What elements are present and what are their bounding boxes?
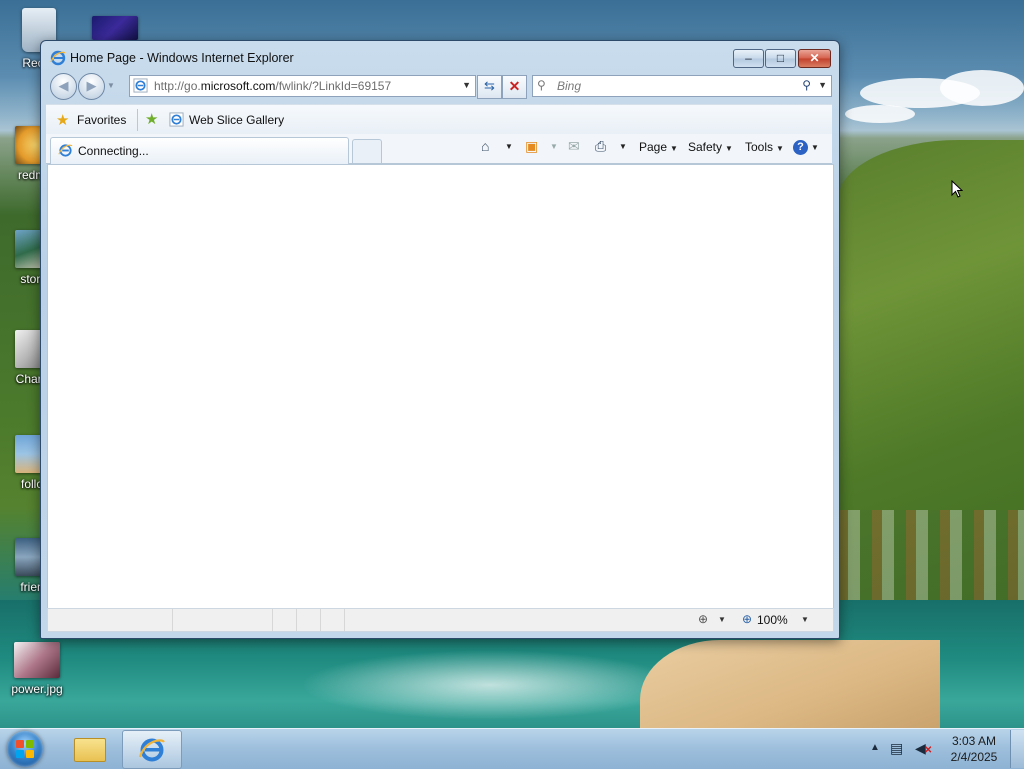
desktop-icon-power-jpg[interactable]: power.jpg xyxy=(2,642,72,696)
refresh-icon: ⇆ xyxy=(484,78,495,93)
zoom-level[interactable]: 100% xyxy=(757,613,788,627)
read-mail-icon[interactable]: ✉ xyxy=(568,138,580,155)
favorites-button[interactable]: Favorites xyxy=(77,113,126,127)
new-tab-button[interactable] xyxy=(352,139,382,163)
add-to-favorites-bar-icon[interactable]: ★ xyxy=(145,110,158,128)
title-bar[interactable]: Home Page - Windows Internet Explorer – … xyxy=(41,41,839,75)
back-arrow-icon: ◀ xyxy=(58,78,69,93)
zoom-icon[interactable]: ⊕ xyxy=(742,612,752,626)
clock-date: 2/4/2025 xyxy=(950,750,998,764)
wallpaper-cloud xyxy=(940,70,1024,106)
refresh-button[interactable]: ⇆ xyxy=(477,75,502,99)
home-dropdown-icon[interactable]: ▼ xyxy=(505,142,513,151)
favorites-bar: ★ Favorites ★ Web Slice Gallery xyxy=(46,104,832,135)
address-url[interactable]: http://go.microsoft.com/fwlink/?LinkId=6… xyxy=(154,79,391,93)
show-desktop-button[interactable] xyxy=(1010,730,1024,768)
mouse-cursor-icon xyxy=(951,180,963,198)
image-thumbnail-icon xyxy=(92,16,138,40)
back-button[interactable]: ◀ xyxy=(50,73,77,100)
help-icon: ? xyxy=(793,140,808,155)
favorites-star-icon[interactable]: ★ xyxy=(56,111,69,129)
minimize-icon: – xyxy=(745,51,752,65)
search-provider-icon: ⚲ xyxy=(537,78,546,92)
url-domain: microsoft.com xyxy=(200,79,276,93)
safety-menu-label: Safety xyxy=(688,140,723,154)
search-placeholder: Bing xyxy=(557,79,582,93)
show-hidden-icons-icon[interactable]: ▲ xyxy=(870,742,880,753)
window-title: Home Page - Windows Internet Explorer xyxy=(70,51,294,65)
forward-arrow-icon: ▶ xyxy=(86,78,97,93)
image-thumbnail-icon xyxy=(14,642,60,678)
tab-label: Connecting... xyxy=(78,144,149,158)
chevron-down-icon: ▼ xyxy=(670,144,678,153)
chevron-down-icon: ▼ xyxy=(811,143,819,152)
close-button[interactable]: ✕ xyxy=(798,49,831,68)
system-clock[interactable]: 3:03 AM 2/4/2025 xyxy=(944,733,1004,765)
safety-menu[interactable]: Safety ▼ xyxy=(688,140,733,154)
protected-mode-dropdown-icon[interactable]: ▼ xyxy=(718,615,726,624)
page-menu[interactable]: Page ▼ xyxy=(639,140,678,154)
help-menu[interactable]: ? ▼ xyxy=(793,139,819,155)
url-prefix: http://go. xyxy=(154,79,201,93)
url-suffix: /fwlink/?LinkId=69157 xyxy=(275,79,392,93)
stop-button[interactable]: ✕ xyxy=(502,75,527,99)
print-dropdown-icon[interactable]: ▼ xyxy=(619,142,627,151)
status-divider xyxy=(172,609,173,631)
toolbar-divider xyxy=(137,109,138,131)
address-bar[interactable]: http://go.microsoft.com/fwlink/?LinkId=6… xyxy=(129,75,476,97)
ie-logo-icon xyxy=(50,50,66,66)
forward-button[interactable]: ▶ xyxy=(78,73,105,100)
status-divider xyxy=(272,609,273,631)
taskbar: ▲ ▤ ◀ ✕ 3:03 AM 2/4/2025 xyxy=(0,728,1024,769)
desktop-icon-label: power.jpg xyxy=(11,682,63,696)
folder-icon xyxy=(74,738,106,762)
print-icon[interactable]: ⎙ xyxy=(595,138,606,155)
chevron-down-icon: ▼ xyxy=(725,144,733,153)
recent-pages-dropdown-icon[interactable]: ▼ xyxy=(107,81,115,90)
page-menu-label: Page xyxy=(639,140,668,154)
search-icon[interactable]: ⚲ xyxy=(802,78,811,92)
search-input[interactable]: ⚲ Bing ⚲ ▼ xyxy=(532,75,832,97)
protected-mode-icon[interactable]: ⊕ xyxy=(698,612,708,626)
wallpaper-cloud xyxy=(845,105,915,123)
status-divider xyxy=(296,609,297,631)
tools-menu[interactable]: Tools ▼ xyxy=(745,140,784,154)
wallpaper-beach xyxy=(640,640,940,730)
home-icon[interactable]: ⌂ xyxy=(481,138,489,154)
volume-muted-icon: ✕ xyxy=(924,745,933,756)
start-button[interactable] xyxy=(7,731,43,767)
stop-icon: ✕ xyxy=(508,78,521,94)
status-divider xyxy=(344,609,345,631)
close-icon: ✕ xyxy=(809,51,820,65)
tab-row: Connecting... ⌂ ▼ ▣ ▼ ✉ ⎙ ▼ Page ▼ Safety… xyxy=(46,134,832,164)
status-divider xyxy=(320,609,321,631)
taskbar-windows-explorer[interactable] xyxy=(60,730,118,767)
web-slice-gallery-link[interactable]: Web Slice Gallery xyxy=(189,113,284,127)
tab-connecting[interactable]: Connecting... xyxy=(50,137,349,164)
network-icon[interactable]: ▤ xyxy=(890,740,903,757)
internet-explorer-window[interactable]: Home Page - Windows Internet Explorer – … xyxy=(40,40,840,639)
taskbar-internet-explorer[interactable] xyxy=(122,730,182,769)
wallpaper-surf xyxy=(300,650,680,720)
zoom-dropdown-icon[interactable]: ▼ xyxy=(801,615,809,624)
tab-ie-icon xyxy=(58,144,73,157)
status-bar: ⊕ ▼ ⊕ 100% ▼ xyxy=(47,608,834,632)
minimize-button[interactable]: – xyxy=(733,49,764,68)
windows-logo-icon xyxy=(16,740,34,758)
tools-menu-label: Tools xyxy=(745,140,774,154)
feeds-icon[interactable]: ▣ xyxy=(525,138,538,155)
ie-logo-icon xyxy=(138,738,165,762)
search-options-dropdown-icon[interactable]: ▼ xyxy=(818,80,827,90)
clock-time: 3:03 AM xyxy=(951,734,997,748)
chevron-down-icon: ▼ xyxy=(776,144,784,153)
feeds-dropdown-icon[interactable]: ▼ xyxy=(550,142,558,151)
address-dropdown-icon[interactable]: ▼ xyxy=(462,80,471,90)
maximize-button[interactable]: □ xyxy=(765,49,796,68)
web-slice-ie-icon xyxy=(169,112,184,127)
page-content-area[interactable] xyxy=(47,164,834,609)
maximize-icon: □ xyxy=(776,51,785,65)
page-ie-icon xyxy=(133,78,148,93)
